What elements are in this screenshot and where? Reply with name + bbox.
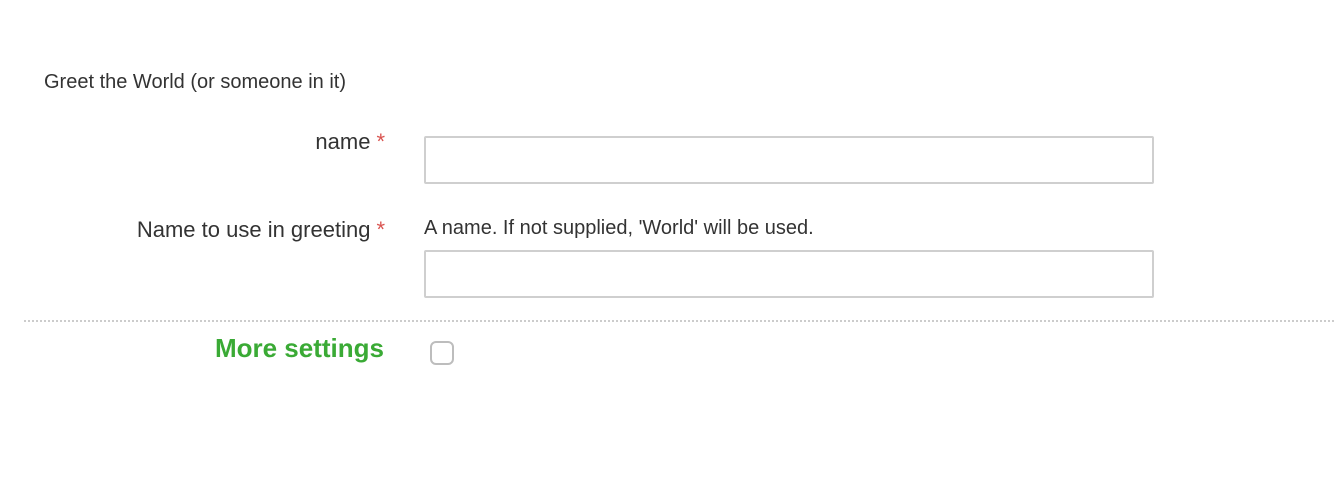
more-settings-checkbox[interactable]: [430, 341, 454, 365]
greeting-name-help-text: A name. If not supplied, 'World' will be…: [424, 217, 814, 239]
name-input[interactable]: [424, 136, 1154, 184]
greeting-name-field-label: Name to use in greeting *: [137, 216, 385, 244]
form-title: Greet the World (or someone in it): [44, 71, 346, 93]
greet-form-page: Greet the World (or someone in it) name *…: [0, 0, 1334, 490]
greeting-name-input[interactable]: [424, 250, 1154, 298]
name-field-label: name *: [315, 128, 385, 156]
more-settings-label[interactable]: More settings: [215, 332, 384, 364]
required-asterisk: *: [376, 129, 385, 154]
greeting-name-field-label-text: Name to use in greeting: [136, 217, 371, 242]
name-field-label-text: name: [315, 129, 371, 154]
section-divider: [24, 320, 1334, 322]
required-asterisk: *: [376, 217, 385, 242]
